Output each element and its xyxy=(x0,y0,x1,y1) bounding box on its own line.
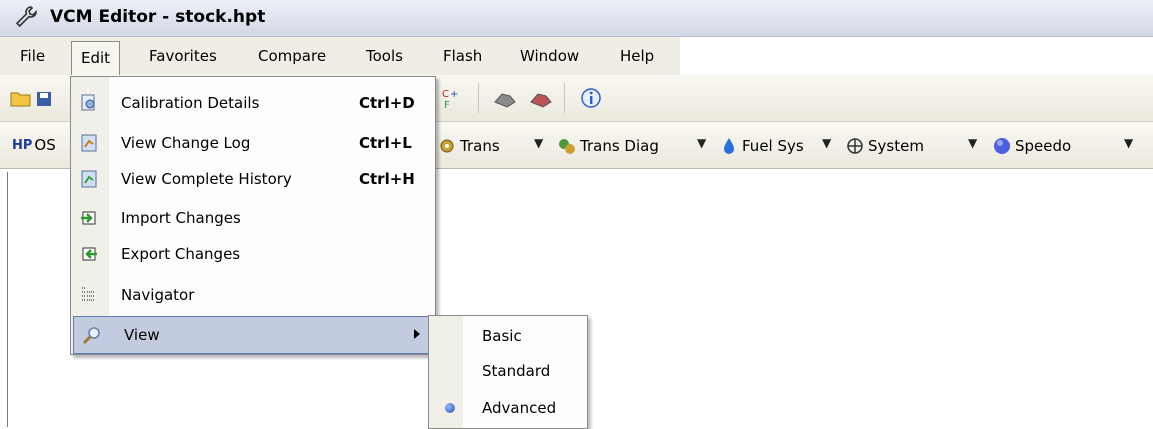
trans-dropdown-arrow[interactable]: ▼ xyxy=(534,136,543,150)
tb-speedo-label: Speedo xyxy=(1015,137,1072,155)
menu-item-view-change-log[interactable]: View Change Log Ctrl+L xyxy=(71,125,435,161)
menu-item-label: Calibration Details xyxy=(121,94,260,112)
info-icon[interactable] xyxy=(580,87,602,109)
magnifier-icon xyxy=(82,327,100,345)
submenu-item-advanced[interactable]: Advanced xyxy=(429,390,587,426)
import-icon xyxy=(81,211,96,225)
menu-help[interactable]: Help xyxy=(620,47,654,65)
system-dropdown-arrow[interactable]: ▼ xyxy=(968,136,977,150)
submenu-item-basic[interactable]: Basic xyxy=(429,318,587,354)
menu-item-view[interactable]: View xyxy=(73,316,433,354)
fuel-drop-icon xyxy=(724,138,734,154)
save-icon[interactable] xyxy=(36,91,52,107)
menu-item-export-changes[interactable]: Export Changes xyxy=(71,236,435,272)
menu-item-shortcut: Ctrl+D xyxy=(359,94,415,112)
svg-text:F: F xyxy=(444,100,450,110)
title-bar: VCM Editor - stock.hpt xyxy=(0,0,1153,37)
tb-speedo[interactable]: Speedo xyxy=(992,136,1071,156)
edit-menu: Calibration Details Ctrl+D View Change L… xyxy=(70,76,436,355)
fuel-sys-dropdown-arrow[interactable]: ▼ xyxy=(822,136,831,150)
menu-item-view-complete-history[interactable]: View Complete History Ctrl+H xyxy=(71,161,435,197)
wrench-icon xyxy=(15,6,37,28)
history-icon xyxy=(81,170,97,188)
menu-item-label: View Change Log xyxy=(121,134,251,152)
toolbar-separator xyxy=(478,83,479,113)
view-submenu: Basic Standard Advanced xyxy=(428,315,588,429)
tb-trans-diag-label: Trans Diag xyxy=(580,137,659,155)
submenu-item-label: Standard xyxy=(482,362,551,380)
window-title: VCM Editor - stock.hpt xyxy=(50,7,266,27)
submenu-item-standard[interactable]: Standard xyxy=(429,353,587,389)
workspace-border xyxy=(7,172,8,427)
tb-trans-diag[interactable]: Trans Diag xyxy=(557,136,659,156)
calibration-details-icon xyxy=(81,94,95,111)
menu-item-import-changes[interactable]: Import Changes xyxy=(71,200,435,236)
menu-compare[interactable]: Compare xyxy=(258,47,326,65)
tb-system[interactable]: System xyxy=(845,136,924,156)
menu-item-label: Import Changes xyxy=(121,209,241,227)
toolbar-separator xyxy=(564,83,565,113)
navigator-icon xyxy=(82,287,95,301)
tb-os-label: OS xyxy=(34,136,56,154)
change-log-icon xyxy=(81,134,97,152)
menu-edit[interactable]: Edit xyxy=(71,41,121,79)
submenu-arrow-icon xyxy=(414,329,420,339)
speedo-dropdown-arrow[interactable]: ▼ xyxy=(1124,136,1133,150)
tb-trans[interactable]: Trans xyxy=(437,136,500,156)
gear-trans-icon xyxy=(440,139,454,153)
menu-favorites[interactable]: Favorites xyxy=(149,47,217,65)
radio-selected-icon xyxy=(445,403,455,413)
submenu-item-label: Advanced xyxy=(482,399,557,417)
svg-text:C: C xyxy=(442,89,449,100)
menu-item-label: View xyxy=(124,326,160,344)
menu-item-shortcut: Ctrl+H xyxy=(359,170,415,188)
menu-flash[interactable]: Flash xyxy=(443,47,482,65)
menu-item-navigator[interactable]: Navigator xyxy=(71,277,435,313)
menu-item-label: View Complete History xyxy=(121,170,292,188)
tb-system-label: System xyxy=(868,137,924,155)
open-folder-icon[interactable] xyxy=(10,90,32,108)
menu-item-label: Navigator xyxy=(121,286,195,304)
trans-diag-dropdown-arrow[interactable]: ▼ xyxy=(697,136,706,150)
read-vehicle-icon[interactable] xyxy=(492,88,518,110)
hp-logo-icon: HP xyxy=(12,137,33,153)
write-vehicle-icon[interactable] xyxy=(528,88,554,110)
tb-os[interactable]: HP OS xyxy=(12,136,56,154)
menu-window[interactable]: Window xyxy=(520,47,579,65)
tb-fuel-sys[interactable]: Fuel Sys xyxy=(719,136,804,156)
svg-text:+: + xyxy=(450,89,458,100)
submenu-item-label: Basic xyxy=(482,327,522,345)
menu-file[interactable]: File xyxy=(20,47,45,65)
tb-trans-label: Trans xyxy=(460,137,500,155)
system-fan-icon xyxy=(847,138,863,154)
menu-item-label: Export Changes xyxy=(121,245,241,263)
menu-tools[interactable]: Tools xyxy=(366,47,403,65)
menu-item-calibration-details[interactable]: Calibration Details Ctrl+D xyxy=(71,85,435,121)
export-icon xyxy=(82,247,97,261)
tb-fuel-sys-label: Fuel Sys xyxy=(742,137,804,155)
trans-diag-icon xyxy=(559,139,575,154)
compare-cf-icon[interactable]: C + F xyxy=(440,86,462,110)
menu-bar-empty xyxy=(680,37,1153,75)
menu-item-shortcut: Ctrl+L xyxy=(359,134,412,152)
speedo-icon xyxy=(994,138,1010,154)
